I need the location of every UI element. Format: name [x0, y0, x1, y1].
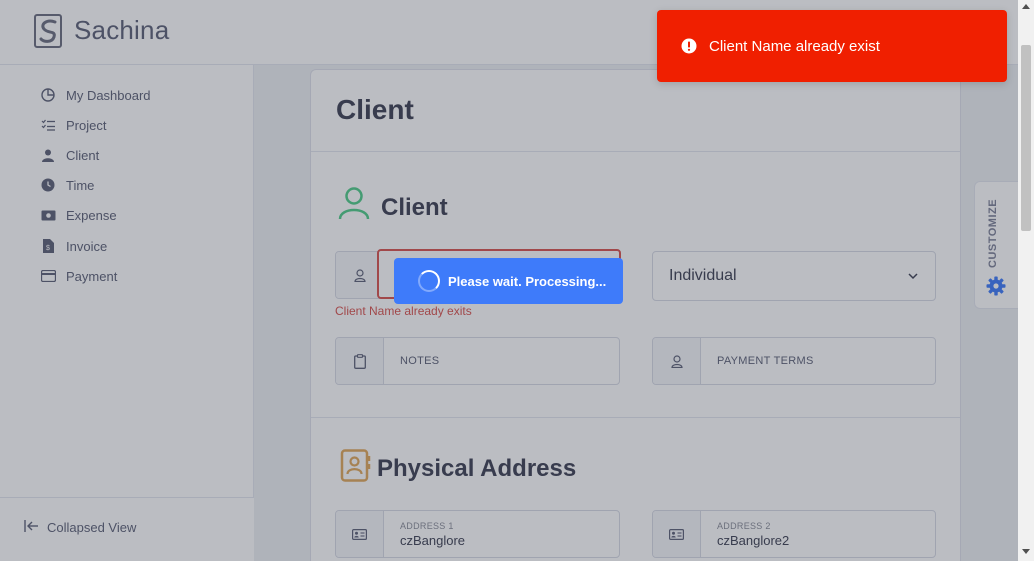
scroll-up-arrow-icon[interactable]	[1022, 4, 1030, 9]
processing-message: Please wait. Processing...	[448, 273, 607, 289]
processing-indicator: Please wait. Processing...	[394, 258, 623, 304]
exclamation-circle-icon	[681, 38, 697, 54]
scroll-down-arrow-icon[interactable]	[1022, 549, 1030, 554]
page-scrollbar[interactable]	[1018, 0, 1034, 561]
spinner-icon	[418, 270, 440, 292]
error-toast[interactable]: Client Name already exist	[657, 10, 1007, 82]
toast-message: Client Name already exist	[709, 37, 880, 55]
scroll-thumb[interactable]	[1021, 45, 1031, 231]
